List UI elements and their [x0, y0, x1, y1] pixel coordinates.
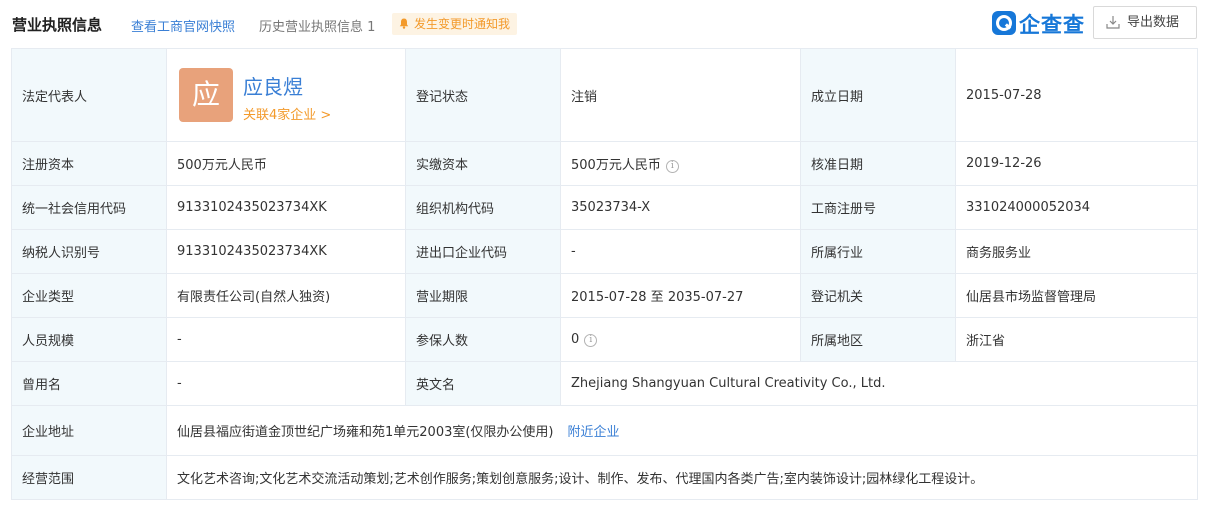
insured-value: 0: [571, 331, 580, 347]
former-name-label: 曾用名: [11, 361, 167, 406]
scope-value: 文化艺术咨询;文化艺术交流活动策划;艺术创作服务;策划创意服务;设计、制作、发布…: [166, 455, 1198, 500]
biz-reg-no-label: 工商注册号: [800, 185, 956, 230]
avatar[interactable]: 应: [179, 68, 233, 122]
company-type-label: 企业类型: [11, 273, 167, 318]
logo-text: 企查查: [1019, 13, 1085, 37]
approval-date-label: 核准日期: [800, 141, 956, 186]
biz-term-label: 营业期限: [405, 273, 561, 318]
taxpayer-id-label: 纳税人识别号: [11, 229, 167, 274]
table-row: 统一社会信用代码 9133102435023734XK 组织机构代码 35023…: [11, 185, 1198, 230]
table-row: 纳税人识别号 9133102435023734XK 进出口企业代码 - 所属行业…: [11, 229, 1198, 274]
notify-on-change-button[interactable]: 发生变更时通知我: [392, 13, 518, 35]
paid-capital-label: 实缴资本: [405, 141, 561, 186]
notify-label: 发生变更时通知我: [414, 17, 511, 31]
reg-status-value: 注销: [560, 48, 801, 142]
section-header: 营业执照信息 查看工商官网快照 历史营业执照信息 1 发生变更时通知我 企查查 …: [0, 0, 1214, 48]
history-license-link[interactable]: 历史营业执照信息 1: [259, 16, 375, 35]
company-type-value: 有限责任公司(自然人独资): [166, 273, 406, 318]
biz-reg-no-value: 331024000052034: [955, 185, 1198, 230]
est-date-value: 2015-07-28: [955, 48, 1198, 142]
address-label: 企业地址: [11, 405, 167, 456]
industry-value: 商务服务业: [955, 229, 1198, 274]
related-companies-link[interactable]: 关联4家企业 >: [243, 104, 331, 123]
import-export-label: 进出口企业代码: [405, 229, 561, 274]
biz-term-value: 2015-07-28 至 2035-07-27: [560, 273, 801, 318]
region-label: 所属地区: [800, 317, 956, 362]
import-export-value: -: [560, 229, 801, 274]
legal-rep-name-link[interactable]: 应良煜: [243, 71, 303, 100]
nearby-companies-link[interactable]: 附近企业: [568, 425, 620, 440]
est-date-label: 成立日期: [800, 48, 956, 142]
paid-capital-value: 500万元人民币: [571, 157, 661, 173]
table-row: 法定代表人 应 应良煜 关联4家企业 > 登记状态 注销 成立日期 2015-0…: [11, 48, 1198, 142]
insured-label: 参保人数: [405, 317, 561, 362]
official-snapshot-link[interactable]: 查看工商官网快照: [131, 16, 235, 35]
table-row: 曾用名 - 英文名 Zhejiang Shangyuan Cultural Cr…: [11, 361, 1198, 406]
insured-cell: 0i: [560, 317, 801, 362]
table-row: 经营范围 文化艺术咨询;文化艺术交流活动策划;艺术创作服务;策划创意服务;设计、…: [11, 455, 1198, 500]
section-title: 营业执照信息: [12, 16, 103, 34]
staff-size-label: 人员规模: [11, 317, 167, 362]
reg-authority-label: 登记机关: [800, 273, 956, 318]
scope-label: 经营范围: [11, 455, 167, 500]
table-row: 企业类型 有限责任公司(自然人独资) 营业期限 2015-07-28 至 203…: [11, 273, 1198, 318]
industry-label: 所属行业: [800, 229, 956, 274]
table-row: 注册资本 500万元人民币 实缴资本 500万元人民币 i 核准日期 2019-1…: [11, 141, 1198, 186]
paid-capital-cell: 500万元人民币 i: [560, 141, 801, 186]
table-row: 人员规模 - 参保人数 0i 所属地区 浙江省: [11, 317, 1198, 362]
former-name-value: -: [166, 361, 406, 406]
org-code-value: 35023734-X: [560, 185, 801, 230]
approval-date-value: 2019-12-26: [955, 141, 1198, 186]
logo-mark-icon: [992, 11, 1016, 35]
credit-code-label: 统一社会信用代码: [11, 185, 167, 230]
export-label: 导出数据: [1127, 15, 1180, 30]
business-license-table: 法定代表人 应 应良煜 关联4家企业 > 登记状态 注销 成立日期 2015-0…: [11, 48, 1198, 500]
taxpayer-id-value: 9133102435023734XK: [166, 229, 406, 274]
english-name-value: Zhejiang Shangyuan Cultural Creativity C…: [560, 361, 1198, 406]
download-icon: [1106, 16, 1120, 29]
credit-code-value: 9133102435023734XK: [166, 185, 406, 230]
org-code-label: 组织机构代码: [405, 185, 561, 230]
bell-icon: [399, 18, 409, 29]
reg-capital-value: 500万元人民币: [166, 141, 406, 186]
staff-size-value: -: [166, 317, 406, 362]
reg-authority-value: 仙居县市场监督管理局: [955, 273, 1198, 318]
reg-status-label: 登记状态: [405, 48, 561, 142]
legal-rep-label: 法定代表人: [11, 48, 167, 142]
address-cell: 仙居县福应街道金顶世纪广场雍和苑1单元2003室(仅限办公使用) 附近企业: [166, 405, 1198, 456]
info-icon[interactable]: i: [665, 159, 679, 173]
reg-capital-label: 注册资本: [11, 141, 167, 186]
table-row: 企业地址 仙居县福应街道金顶世纪广场雍和苑1单元2003室(仅限办公使用) 附近企…: [11, 405, 1198, 456]
legal-rep-cell: 应 应良煜 关联4家企业 >: [166, 48, 406, 142]
english-name-label: 英文名: [405, 361, 561, 406]
export-data-button[interactable]: 导出数据: [1093, 6, 1197, 39]
region-value: 浙江省: [955, 317, 1198, 362]
address-value: 仙居县福应街道金顶世纪广场雍和苑1单元2003室(仅限办公使用): [177, 425, 554, 440]
info-icon[interactable]: i: [584, 333, 598, 347]
